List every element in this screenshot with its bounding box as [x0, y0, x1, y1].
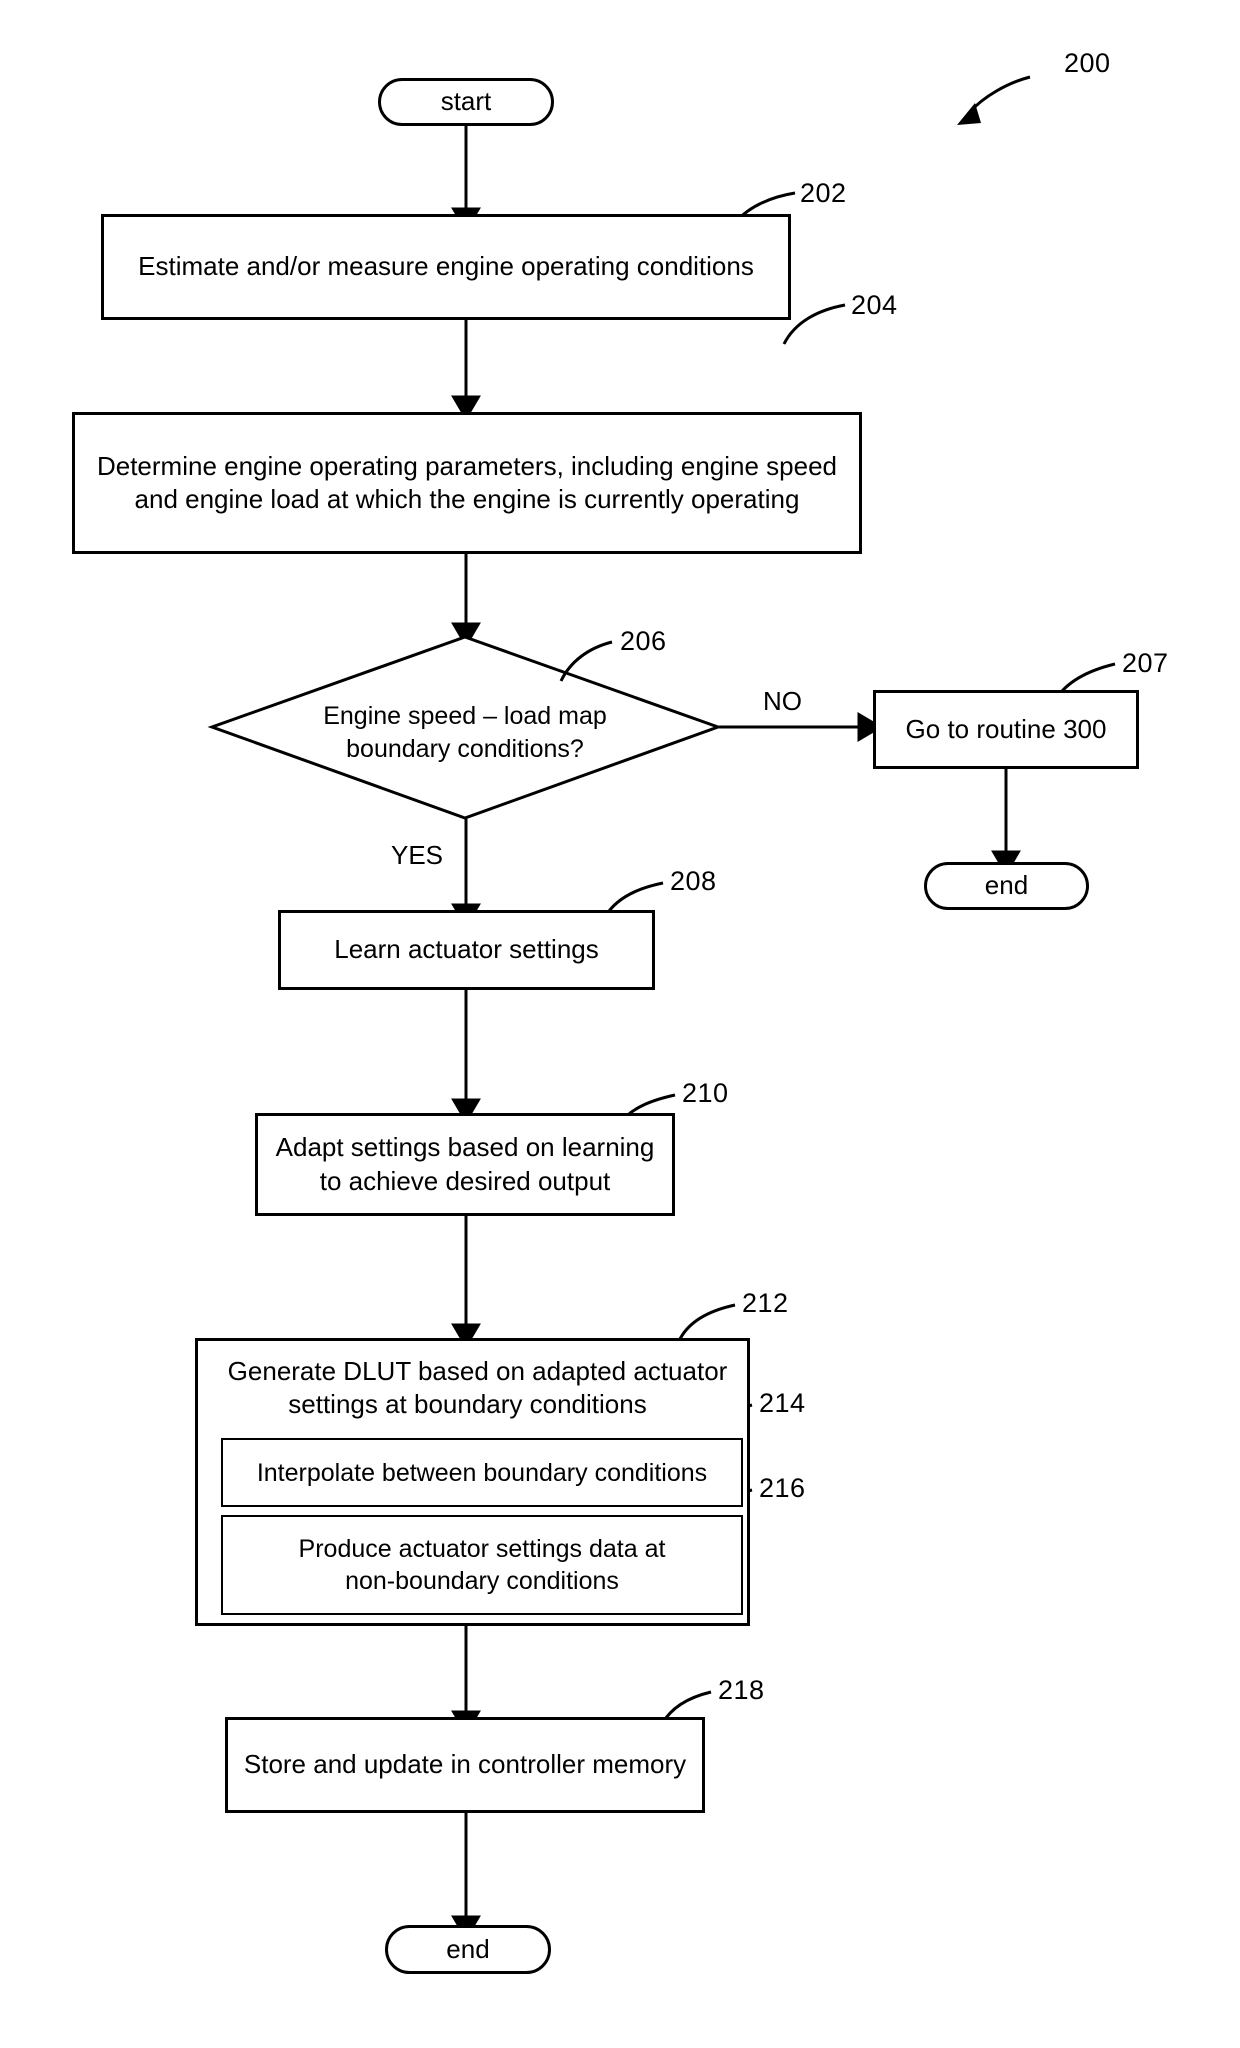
terminal-end-yes-branch: end	[385, 1925, 551, 1974]
figure-number: 200	[1064, 48, 1111, 78]
branch-label-no: NO	[763, 686, 802, 716]
terminal-start: start	[378, 78, 554, 126]
ref-202: 202	[800, 178, 847, 208]
terminal-end-no-branch-label: end	[984, 870, 1029, 901]
process-207-label: Go to routine 300	[905, 713, 1107, 744]
terminal-end-no-branch: end	[924, 862, 1089, 910]
process-204-label: Determine engine operating parameters, i…	[96, 450, 838, 514]
process-212: Generate DLUT based on adapted actuator …	[195, 1338, 750, 1626]
ref-212: 212	[742, 1288, 789, 1318]
ref-208: 208	[670, 866, 717, 896]
leader-204	[784, 305, 845, 412]
ref-218: 218	[718, 1675, 765, 1705]
ref-207: 207	[1122, 648, 1169, 678]
leader-diamond-206	[559, 640, 613, 682]
process-216: Produce actuator settings data at non-bo…	[221, 1515, 743, 1615]
ref-206: 206	[620, 626, 667, 656]
process-207: Go to routine 300	[873, 690, 1139, 769]
process-218: Store and update in controller memory	[225, 1717, 705, 1813]
terminal-start-label: start	[440, 86, 492, 117]
process-218-label: Store and update in controller memory	[243, 1749, 687, 1780]
process-214: Interpolate between boundary conditions	[221, 1438, 743, 1507]
leader-200-arrowhead	[957, 103, 981, 125]
process-214-label: Interpolate between boundary conditions	[256, 1458, 708, 1487]
process-202-label: Estimate and/or measure engine operating…	[138, 251, 754, 282]
process-212-label: Generate DLUT based on adapted actuator …	[227, 1356, 728, 1420]
leader-204b	[782, 303, 846, 345]
ref-216: 216	[759, 1473, 806, 1503]
ref-214: 214	[759, 1388, 806, 1418]
process-208-label: Learn actuator settings	[334, 934, 599, 965]
flowchart-canvas: 200 start Estimate and/or measure engine…	[0, 0, 1240, 2048]
process-210: Adapt settings based on learning to achi…	[255, 1113, 675, 1216]
decision-206-label: Engine speed – load map boundary conditi…	[323, 702, 607, 763]
leader-200	[968, 75, 1031, 113]
ref-210: 210	[682, 1078, 729, 1108]
branch-label-yes: YES	[391, 840, 444, 870]
process-208: Learn actuator settings	[278, 910, 655, 990]
ref-204: 204	[851, 290, 898, 320]
leader-212	[678, 1303, 736, 1340]
process-204: Determine engine operating parameters, i…	[72, 412, 862, 554]
process-202: Estimate and/or measure engine operating…	[101, 214, 791, 320]
terminal-end-yes-branch-label: end	[446, 1933, 490, 1964]
process-210-label: Adapt settings based on learning to achi…	[275, 1132, 655, 1196]
process-216-label: Produce actuator settings data at non-bo…	[298, 1535, 666, 1595]
